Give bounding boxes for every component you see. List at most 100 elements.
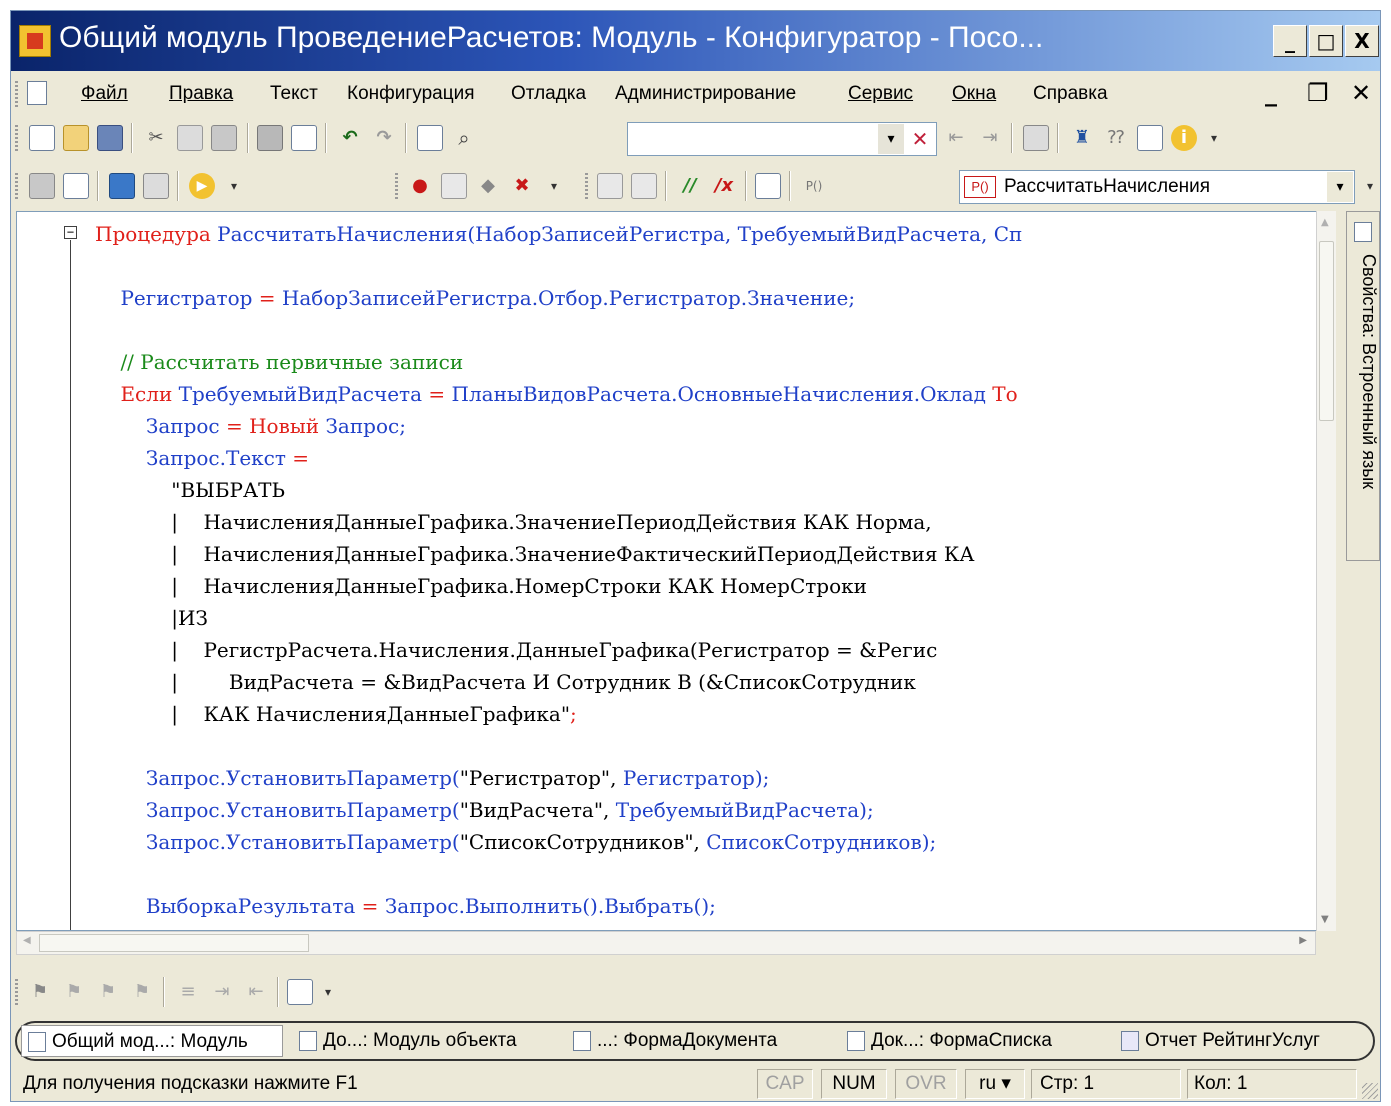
horizontal-scrollbar[interactable]: ◀ ▶	[16, 931, 1316, 955]
outdent-icon[interactable]	[631, 173, 657, 199]
search-clear-button[interactable]: ✕	[906, 124, 934, 154]
search-input[interactable]: ▾ ✕	[627, 122, 937, 156]
tab-list-form[interactable]: Док...: ФормаСписка	[841, 1025, 1105, 1057]
chevron-down-icon[interactable]: ▾	[1327, 172, 1353, 202]
remove-indent-icon[interactable]: ⇤	[243, 979, 269, 1005]
maximize-button[interactable]: □	[1309, 25, 1343, 57]
breakpoint-icon[interactable]: ●	[407, 173, 433, 199]
app-icon[interactable]	[19, 25, 51, 57]
find-previous-icon[interactable]: ⇥	[977, 125, 1003, 151]
comment-icon[interactable]: //	[677, 173, 703, 199]
toolbar-grip[interactable]	[15, 173, 18, 199]
scroll-left-icon[interactable]: ◀	[23, 935, 31, 946]
tab-document-form[interactable]: ...: ФормаДокумента	[567, 1025, 831, 1057]
form-icon[interactable]	[63, 173, 89, 199]
scroll-up-icon[interactable]: ▲	[1321, 217, 1329, 228]
syntax-check-icon[interactable]	[755, 173, 781, 199]
mdi-close-button[interactable]: ✕	[1351, 79, 1371, 107]
add-indent-icon[interactable]: ⇥	[209, 979, 235, 1005]
title-bar[interactable]: Общий модуль ПроведениеРасчетов: Модуль …	[11, 11, 1380, 71]
code-token: | КАК НачисленияДанныеГрафика"	[95, 702, 571, 726]
table-icon[interactable]	[143, 173, 169, 199]
run-icon[interactable]: ▶	[189, 173, 215, 199]
code-token: НаборЗаписейРегистра.Отбор.Регистратор.З…	[281, 286, 856, 310]
language-selector[interactable]: ru ▾	[965, 1069, 1025, 1099]
vertical-scrollbar-thumb[interactable]	[1319, 241, 1334, 421]
menu-grip[interactable]	[15, 81, 18, 107]
properties-panel-tab[interactable]: Свойства: Встроенный язык	[1346, 211, 1380, 561]
code-line: |ИЗ	[95, 602, 208, 634]
print-preview-icon[interactable]	[291, 125, 317, 151]
minimize-button[interactable]: _	[1273, 25, 1307, 57]
copy-icon[interactable]	[177, 125, 203, 151]
module-icon[interactable]	[29, 173, 55, 199]
close-button[interactable]: X	[1345, 25, 1379, 57]
resize-grip[interactable]	[1362, 1083, 1378, 1099]
tab-report[interactable]: Отчет РейтингУслуг	[1115, 1025, 1365, 1057]
toolbar-grip[interactable]	[585, 173, 588, 199]
toolbar-grip[interactable]	[395, 173, 398, 199]
bookmark-dropdown-icon[interactable]: ▾	[541, 173, 567, 199]
assistant-icon[interactable]: ♜	[1069, 125, 1095, 151]
find-icon[interactable]	[417, 125, 443, 151]
code-editor[interactable]: − Процедура РассчитатьНачисления(НаборЗа…	[16, 211, 1336, 931]
database-icon[interactable]	[109, 173, 135, 199]
undo-icon[interactable]: ↶	[337, 125, 363, 151]
save-icon[interactable]	[97, 125, 123, 151]
indent-icon[interactable]	[597, 173, 623, 199]
print-icon[interactable]	[257, 125, 283, 151]
clear-bookmarks-icon[interactable]: ⚑	[129, 979, 155, 1005]
toolbar-grip[interactable]	[15, 979, 18, 1005]
window-title: Общий модуль ПроведениеРасчетов: Модуль …	[59, 21, 1044, 54]
menu-service[interactable]: Сервис	[848, 83, 913, 105]
run-dropdown-icon[interactable]: ▾	[221, 173, 247, 199]
scroll-right-icon[interactable]: ▶	[1299, 935, 1307, 946]
bookmark-next-icon[interactable]: ◆	[475, 173, 501, 199]
find-next-icon[interactable]: ⇤	[943, 125, 969, 151]
scroll-down-icon[interactable]: ▼	[1321, 914, 1329, 925]
procedure-select[interactable]: P() РассчитатьНачисления ▾	[959, 170, 1355, 204]
cut-icon[interactable]: ✂	[143, 125, 169, 151]
bookmark-icon[interactable]	[441, 173, 467, 199]
new-document-icon[interactable]	[29, 125, 55, 151]
menu-edit[interactable]: Правка	[169, 83, 233, 105]
syntax-helper-icon[interactable]: ⁇	[1103, 125, 1129, 151]
tab-common-module[interactable]: Общий мод...: Модуль	[21, 1025, 283, 1057]
info-icon[interactable]: i	[1171, 125, 1197, 151]
menu-text[interactable]: Текст	[270, 83, 318, 105]
search-dropdown-button[interactable]: ▾	[878, 124, 904, 154]
previous-bookmark-icon[interactable]: ⚑	[95, 979, 121, 1005]
goto-line-icon[interactable]	[287, 979, 313, 1005]
vertical-scrollbar[interactable]: ▲ ▼	[1316, 211, 1336, 931]
menu-help[interactable]: Справка	[1033, 83, 1108, 105]
toolbar-overflow-icon[interactable]: ▾	[1201, 125, 1227, 151]
format-icon[interactable]: ≡	[175, 979, 201, 1005]
menu-windows[interactable]: Окна	[952, 83, 996, 105]
toolbar-overflow-icon[interactable]: ▾	[315, 979, 341, 1005]
tab-object-module[interactable]: До...: Модуль объекта	[293, 1025, 561, 1057]
horizontal-scrollbar-thumb[interactable]	[39, 934, 309, 952]
overwrite-indicator: OVR	[895, 1069, 957, 1099]
windows-icon[interactable]	[1023, 125, 1049, 151]
menu-file[interactable]: Файл	[81, 83, 128, 105]
paste-icon[interactable]	[211, 125, 237, 151]
next-bookmark-icon[interactable]: ⚑	[61, 979, 87, 1005]
code-line: Запрос.УстановитьПараметр("Регистратор",…	[95, 762, 770, 794]
uncomment-icon[interactable]: /x	[711, 173, 737, 199]
mdi-restore-button[interactable]: ❐	[1307, 79, 1329, 107]
procedures-list-icon[interactable]: P()	[801, 173, 827, 199]
toolbar-overflow-icon[interactable]: ▾	[1357, 173, 1383, 199]
mdi-minimize-button[interactable]: _	[1265, 79, 1277, 107]
set-bookmark-icon[interactable]: ⚑	[27, 979, 53, 1005]
fold-toggle-icon[interactable]: −	[64, 226, 77, 239]
bookmark-clear-icon[interactable]: ✖	[509, 173, 535, 199]
toolbar-grip[interactable]	[15, 125, 18, 151]
redo-icon[interactable]: ↷	[371, 125, 397, 151]
menu-debug[interactable]: Отладка	[511, 83, 586, 105]
menu-administration[interactable]: Администрирование	[615, 83, 796, 105]
menu-configuration[interactable]: Конфигурация	[347, 83, 475, 105]
help-icon[interactable]	[1137, 125, 1163, 151]
open-icon[interactable]	[63, 125, 89, 151]
search-icon[interactable]: ⌕	[451, 125, 477, 151]
